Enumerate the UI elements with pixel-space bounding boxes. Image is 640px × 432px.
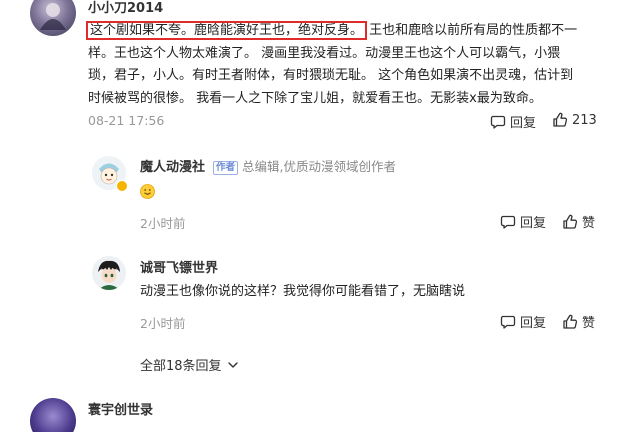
thumbs-up-icon [563, 314, 578, 329]
reply-username: 魔人动漫社 作者 总编辑,优质动漫领域创作者 [140, 159, 397, 175]
verified-icon [116, 180, 128, 192]
reply-timestamp: 2小时前 [140, 216, 186, 231]
reply-timestamp: 2小时前 [140, 316, 186, 331]
reply-text: 动漫王也像你说的这样？我觉得你可能看错了，无脑瞎说 [140, 284, 466, 299]
comment-username[interactable]: 小小刀2014 [88, 0, 163, 16]
reply-username[interactable]: 诚哥飞镖世界 [140, 257, 218, 276]
comment-bubble-icon [500, 215, 516, 229]
comment-timestamp: 08-21 17:56 [88, 113, 165, 128]
thumbs-up-icon [563, 214, 578, 229]
highlighted-text: 这个剧如果不夸。鹿晗能演好王也，绝对反身。 [85, 21, 368, 40]
comment-username[interactable]: 寰宇创世录 [88, 399, 153, 418]
chevron-down-icon [227, 361, 238, 368]
avatar[interactable] [30, 398, 76, 432]
anime-avatar-image [92, 256, 126, 290]
like-button[interactable]: 赞 [562, 212, 595, 231]
like-button[interactable]: 213 [552, 112, 597, 128]
like-count: 213 [572, 112, 597, 128]
reply-button[interactable]: 回复 [500, 312, 546, 331]
author-description: 总编辑,优质动漫领域创作者 [242, 159, 397, 174]
reply-button[interactable]: 回复 [500, 212, 546, 231]
comment-bubble-icon [490, 115, 506, 129]
avatar-image [40, 3, 66, 30]
like-button[interactable]: 赞 [562, 312, 595, 331]
author-badge: 作者 [213, 161, 239, 175]
comment-bubble-icon [500, 315, 516, 329]
avatar[interactable] [30, 0, 76, 36]
reply-avatar[interactable] [92, 156, 128, 192]
expand-replies-button[interactable]: 全部18条回复 [140, 355, 239, 374]
smile-emoji-icon [140, 184, 155, 199]
reply-button[interactable]: 回复 [490, 112, 536, 131]
comment-text: 这个剧如果不夸。鹿晗能演好王也，绝对反身。 王也和鹿晗以前所有局的性质都不一 样… [85, 21, 578, 106]
reply-avatar[interactable] [92, 256, 126, 290]
thumbs-up-icon [553, 112, 568, 127]
